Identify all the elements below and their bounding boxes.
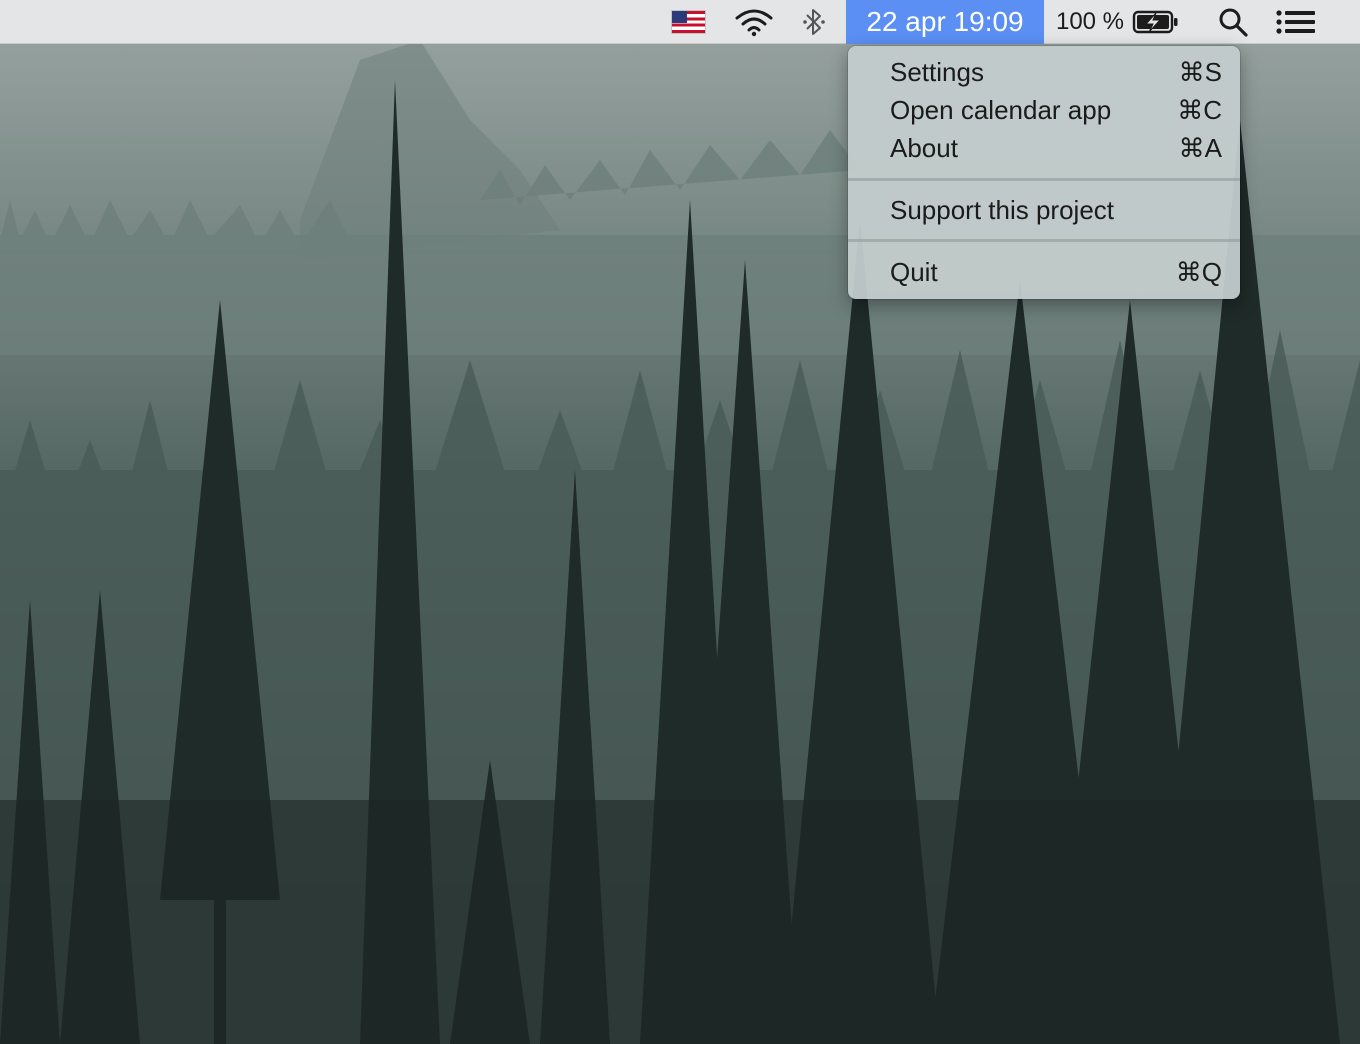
calendar-dropdown-menu: Settings ⌘S Open calendar app ⌘C About ⌘… [848,46,1240,299]
battery-menu[interactable]: 100 % [1048,0,1188,44]
bluetooth-icon [803,9,825,35]
list-icon [1276,10,1315,34]
spotlight-button[interactable] [1210,0,1256,44]
battery-percent: 100 % [1055,8,1125,35]
menu-item-shortcut: ⌘S [1178,56,1222,87]
menu-item-open-calendar-app[interactable]: Open calendar app ⌘C [848,92,1240,128]
menu-item-label: Support this project [890,194,1115,225]
menu-item-settings[interactable]: Settings ⌘S [848,54,1240,90]
menu-separator [848,178,1240,181]
menu-item-label: Quit [890,256,938,287]
battery-charging-icon [1132,10,1178,34]
menu-bar: 22 apr 19:09 100 % [0,0,1360,44]
menu-item-about[interactable]: About ⌘A [848,130,1240,166]
search-icon [1219,8,1248,37]
menu-item-label: Open calendar app [890,94,1112,125]
menu-item-quit[interactable]: Quit ⌘Q [848,254,1240,290]
menu-separator [848,239,1240,242]
notification-center-button[interactable] [1270,0,1322,44]
menu-item-shortcut: ⌘Q [1175,256,1222,287]
clock-text: 22 apr 19:09 [866,6,1024,37]
wifi-menu[interactable] [730,0,778,44]
clock-menu[interactable]: 22 apr 19:09 [846,0,1044,44]
wifi-icon [735,9,773,37]
menu-item-support-this-project[interactable]: Support this project [848,192,1240,228]
input-source-menu[interactable] [670,0,706,44]
bluetooth-menu[interactable] [796,0,832,44]
menu-item-label: About [890,132,958,163]
us-flag-icon [671,11,705,33]
menu-item-shortcut: ⌘A [1178,132,1222,163]
menu-item-shortcut: ⌘C [1177,94,1222,125]
menu-item-label: Settings [890,56,984,87]
